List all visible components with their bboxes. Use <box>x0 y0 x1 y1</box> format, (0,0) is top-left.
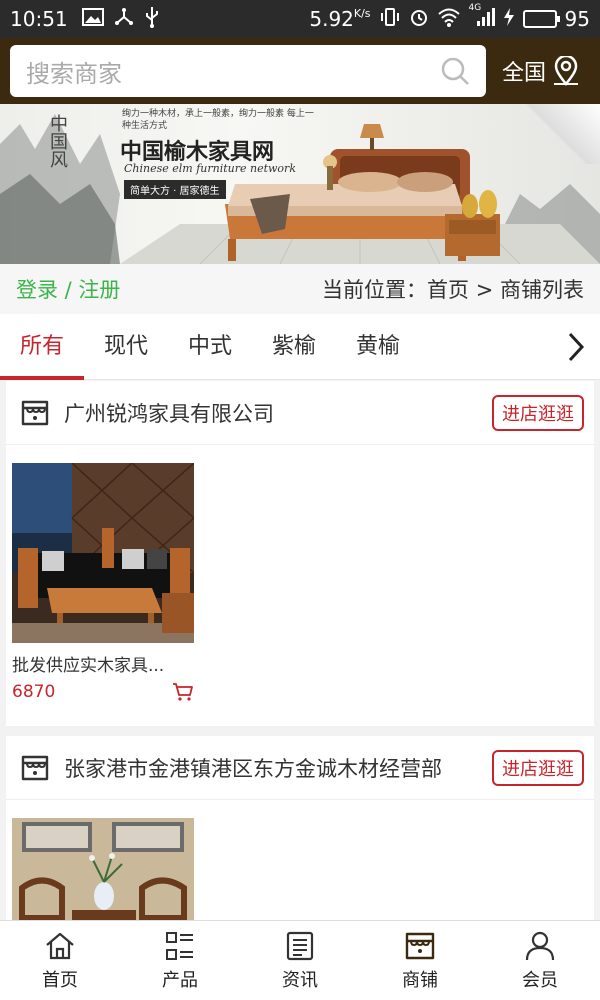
enter-shop-button[interactable]: 进店逛逛 <box>492 749 584 786</box>
login-register-link[interactable]: 登录 / 注册 <box>16 274 120 304</box>
region-selector[interactable]: 全国 <box>502 55 580 87</box>
signal-icon: 4G <box>469 3 495 32</box>
cart-icon[interactable] <box>172 682 194 702</box>
promo-banner[interactable]: 中国风 绚力一种木材，承上一般素，绚力一般素 每上一种生活方式 中国榆木家具网 … <box>0 104 600 264</box>
page-curl <box>510 104 600 164</box>
status-time: 10:51 <box>10 7 68 31</box>
alarm-icon <box>409 7 429 32</box>
share-network-icon <box>114 7 134 32</box>
enter-shop-button[interactable]: 进店逛逛 <box>492 394 584 431</box>
tabs-scroll-right-button[interactable] <box>552 314 600 380</box>
nav-home-label: 首页 <box>42 969 78 991</box>
store-icon <box>21 400 49 425</box>
shop-name[interactable]: 广州锐鸿家具有限公司 <box>64 398 492 428</box>
nav-stores[interactable]: 商铺 <box>360 921 480 1000</box>
charging-icon <box>503 7 515 32</box>
product-item[interactable]: 批发供应实木家具... 6870 <box>12 463 194 702</box>
wifi-icon <box>437 7 461 32</box>
product-image[interactable] <box>12 818 194 920</box>
chevron-right-icon <box>568 332 585 361</box>
shop-card-header[interactable]: 张家港市金港镇港区东方金诚木材经营部 进店逛逛 <box>6 736 594 800</box>
banner-subtitle: Chinese elm furniture network <box>124 162 296 175</box>
home-icon <box>46 932 74 959</box>
search-icon[interactable] <box>440 56 470 86</box>
product-name[interactable]: 批发供应实木家具... <box>12 651 194 676</box>
store-icon <box>405 932 435 959</box>
shop-card-header[interactable]: 广州锐鸿家具有限公司 进店逛逛 <box>6 381 594 445</box>
bottom-nav: 首页 产品 资讯 商铺 会员 <box>0 920 600 1000</box>
news-icon <box>286 931 314 960</box>
nav-news[interactable]: 资讯 <box>240 921 360 1000</box>
tab-purple-elm[interactable]: 紫榆 <box>252 314 336 380</box>
search-placeholder: 搜索商家 <box>26 59 122 88</box>
store-icon <box>21 755 49 780</box>
banner-slogan: 简单大方 · 居家德生 <box>124 180 226 199</box>
shop-name[interactable]: 张家港市金港镇港区东方金诚木材经营部 <box>64 753 492 783</box>
nav-home[interactable]: 首页 <box>0 921 120 1000</box>
nav-products-label: 产品 <box>162 969 198 991</box>
shop-card: 张家港市金港镇港区东方金诚木材经营部 进店逛逛 <box>6 736 594 920</box>
nav-news-label: 资讯 <box>282 969 318 991</box>
tab-yellow-elm[interactable]: 黄榆 <box>336 314 420 380</box>
nav-stores-label: 商铺 <box>402 969 438 991</box>
user-icon <box>525 931 555 960</box>
grid-list-icon <box>166 931 193 960</box>
nav-member[interactable]: 会员 <box>480 921 600 1000</box>
usb-icon <box>144 6 160 33</box>
shop-card: 广州锐鸿家具有限公司 进店逛逛 批发供应实木家具... 6870 <box>6 381 594 726</box>
vibrate-icon <box>379 7 401 32</box>
product-item[interactable] <box>12 818 194 920</box>
tab-chinese-style[interactable]: 中式 <box>168 314 252 380</box>
battery-percent: 95 <box>564 7 590 31</box>
product-image[interactable] <box>12 463 194 643</box>
nav-products[interactable]: 产品 <box>120 921 240 1000</box>
tab-all[interactable]: 所有 <box>0 314 84 380</box>
network-speed: 5.92K/s <box>309 7 371 31</box>
region-label: 全国 <box>502 61 547 86</box>
battery-icon <box>522 10 560 28</box>
banner-seal: 中国风 <box>47 114 68 168</box>
breadcrumb: 当前位置：首页 > 商铺列表 <box>322 278 584 302</box>
location-pin-icon <box>554 56 579 86</box>
image-icon <box>81 7 104 31</box>
banner-poem: 绚力一种木材，承上一般素，绚力一般素 每上一种生活方式 <box>122 109 314 131</box>
tab-modern[interactable]: 现代 <box>84 314 168 380</box>
product-price: 6870 <box>12 682 56 702</box>
status-bar: 10:51 5.92K/s 4G 95 <box>0 0 600 38</box>
nav-member-label: 会员 <box>522 969 558 991</box>
category-tabs: 所有 现代 中式 紫榆 黄榆 <box>0 314 600 380</box>
location-row: 登录 / 注册 当前位置：首页 > 商铺列表 <box>0 264 600 314</box>
search-input[interactable]: 搜索商家 <box>10 45 486 97</box>
top-header: 搜索商家 全国 <box>0 38 600 104</box>
